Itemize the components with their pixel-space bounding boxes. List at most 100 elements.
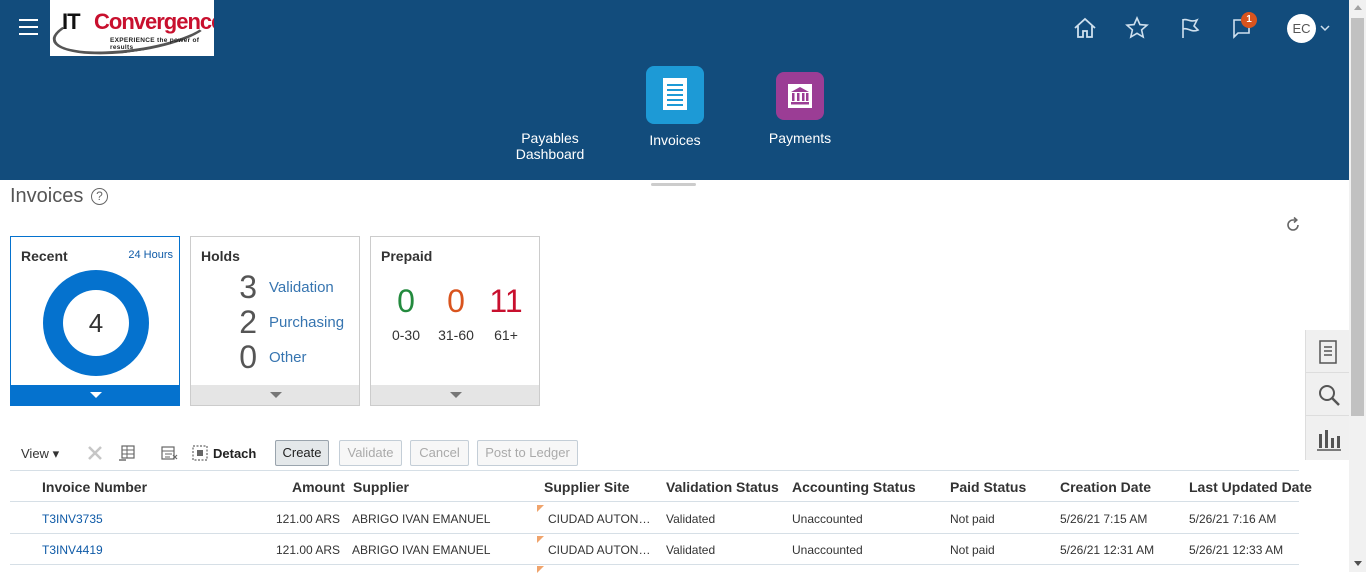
infolet-expand[interactable] [11,385,179,405]
prepaid-range: 0-30 [391,327,421,343]
invoice-number-link[interactable]: T3INV4419 [42,543,103,557]
detach-icon[interactable] [191,444,209,462]
logo-tagline: EXPERIENCE the power of results [110,37,200,51]
supplier-cell: ABRIGO IVAN EMANUEL [352,512,491,526]
infolet-expand[interactable] [371,385,539,405]
validation-status-cell: Validated [666,543,716,557]
delete-icon[interactable] [86,444,104,462]
supplier-site-cell: CIUDAD AUTON… [548,543,651,557]
prepaid-count: 0 [397,283,415,319]
chevron-down-icon [90,392,102,398]
validation-status-cell: Validated [666,512,716,526]
col-supplier[interactable]: Supplier [353,479,409,495]
supplier-cell: ABRIGO IVAN EMANUEL [352,543,491,557]
prepaid-infolet[interactable]: Prepaid 0 0-30 0 31-60 11 61+ [370,236,540,406]
prepaid-count: 11 [489,283,523,319]
hold-count: 0 [239,339,257,375]
recent-donut-chart[interactable]: 4 [43,270,149,376]
last-updated-cell: 5/26/21 12:33 AM [1189,543,1284,557]
infolet-title: Prepaid [381,248,433,264]
validate-button[interactable]: Validate [339,440,402,466]
chevron-down-icon [270,392,282,398]
view-label: View [21,446,49,461]
company-logo[interactable]: IT Convergence EXPERIENCE the power of r… [50,0,214,56]
flag-icon[interactable] [1177,15,1203,41]
app-payables-dashboard[interactable]: Payables Dashboard [500,130,600,162]
paid-status-cell: Not paid [950,512,995,526]
hold-link[interactable]: Validation [269,279,334,296]
table-row[interactable]: T3INV4419 121.00 ARS ABRIGO IVAN EMANUEL… [10,534,1299,565]
site-flag-icon [537,536,544,543]
tasks-button[interactable] [1306,330,1350,373]
prepaid-bucket-61-plus[interactable]: 11 61+ [481,281,531,343]
scroll-down-icon[interactable] [1354,561,1362,566]
help-icon[interactable]: ? [91,188,108,205]
post-to-ledger-button[interactable]: Post to Ledger [477,440,578,466]
col-invoice-number[interactable]: Invoice Number [42,479,147,495]
holds-infolet[interactable]: Holds 3 Validation 2 Purchasing 0 Other [190,236,360,406]
cancel-button[interactable]: Cancel [410,440,469,466]
amount-cell: 121.00 ARS [276,543,341,557]
star-icon[interactable] [1124,15,1150,41]
search-button[interactable] [1306,373,1350,416]
infolet-title: Holds [201,248,240,264]
prepaid-range: 61+ [494,327,518,343]
logo-brand-left: IT [62,9,81,34]
supplier-site-cell: CIUDAD AUTON… [548,512,651,526]
recent-count: 4 [63,290,129,356]
menu-icon[interactable] [19,19,38,35]
wrap-icon[interactable] [160,444,178,462]
page-title: Invoices [10,185,84,207]
col-validation-status[interactable]: Validation Status [666,479,779,495]
user-avatar[interactable]: EC [1287,14,1316,43]
invoice-number-link[interactable]: T3INV3735 [42,512,103,526]
table-header: Invoice Number Amount Supplier Supplier … [10,470,1312,502]
invoices-app-icon [646,66,704,124]
hold-count: 2 [239,304,257,340]
scroll-up-icon[interactable] [1354,5,1362,10]
infolet-title: Recent [21,248,68,264]
col-creation-date[interactable]: Creation Date [1060,479,1151,495]
amount-cell: 121.00 ARS [276,512,341,526]
accounting-status-cell: Unaccounted [792,543,863,557]
detach-button[interactable]: Detach [213,446,256,461]
app-label-line2: Dashboard [515,146,585,162]
creation-date-cell: 5/26/21 7:15 AM [1060,512,1148,526]
recent-infolet[interactable]: Recent 24 Hours 4 [10,236,180,406]
site-flag-icon [537,505,544,512]
hold-link[interactable]: Purchasing [269,314,344,331]
panel-splitter[interactable] [651,183,696,186]
chevron-down-icon[interactable] [1319,22,1331,34]
hold-link[interactable]: Other [269,349,307,366]
table-toolbar: View ▾ Detach Create Validate Cancel Pos… [10,438,610,468]
paid-status-cell: Not paid [950,543,995,557]
col-amount[interactable]: Amount [292,479,345,495]
create-button[interactable]: Create [275,440,329,466]
scroll-thumb[interactable] [1351,18,1364,416]
table-row[interactable]: T3INV3735 121.00 ARS ABRIGO IVAN EMANUEL… [10,503,1299,534]
chevron-down-icon [450,392,462,398]
col-supplier-site[interactable]: Supplier Site [544,479,630,495]
col-last-updated-date[interactable]: Last Updated Date [1189,479,1312,495]
view-menu[interactable]: View ▾ [21,446,59,462]
freeze-columns-icon[interactable] [118,444,136,462]
reports-button[interactable] [1306,416,1350,459]
payments-app-icon [776,72,824,120]
col-accounting-status[interactable]: Accounting Status [792,479,916,495]
prepaid-bucket-31-60[interactable]: 0 31-60 [431,281,481,343]
logo-brand-right: Convergence [94,9,214,34]
prepaid-bucket-0-30[interactable]: 0 0-30 [381,281,431,343]
col-paid-status[interactable]: Paid Status [950,479,1026,495]
vertical-scrollbar[interactable] [1349,0,1366,572]
global-header: IT Convergence EXPERIENCE the power of r… [0,0,1366,180]
app-label: Payments [768,130,832,146]
hold-count: 3 [239,269,257,305]
app-invoices[interactable]: Invoices [630,66,720,148]
infolet-expand[interactable] [191,385,359,405]
app-payments[interactable]: Payments [755,72,845,146]
reports-icon [1317,430,1341,451]
prepaid-range: 31-60 [438,327,474,343]
app-label: Payables [521,130,579,146]
home-icon[interactable] [1072,15,1098,41]
refresh-icon[interactable] [1284,216,1302,234]
